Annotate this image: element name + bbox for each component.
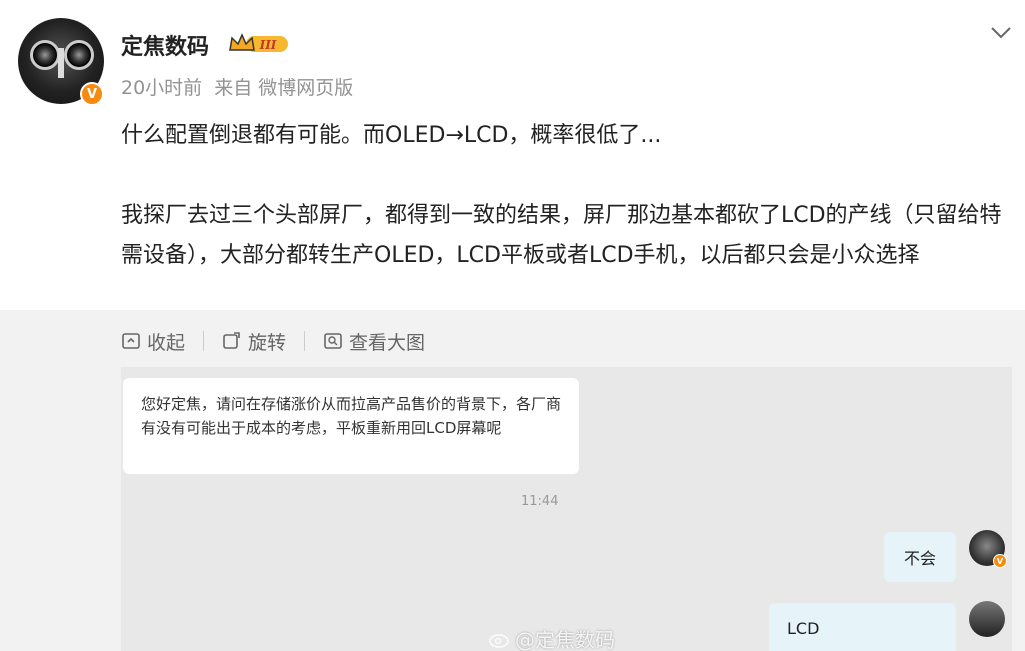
collapse-icon bbox=[122, 333, 140, 349]
chat-question-bubble: 您好定焦，请问在存储涨价从而拉高产品售价的背景下，各厂商有没有可能出于成本的考虑… bbox=[123, 378, 579, 474]
chat-avatar: V bbox=[969, 530, 1007, 568]
rotate-label: 旋转 bbox=[248, 331, 287, 354]
toolbar-divider bbox=[203, 331, 205, 351]
view-large-label: 查看大图 bbox=[349, 331, 426, 354]
post-meta: 20小时前 来自 微博网页版 bbox=[121, 73, 353, 100]
post-body: 什么配置倒退都有可能。而OLED→LCD，概率很低了... 我探厂去过三个头部屏… bbox=[121, 116, 1011, 276]
view-large-button[interactable]: 查看大图 bbox=[323, 328, 425, 355]
avatar-lens-right bbox=[64, 40, 94, 70]
username[interactable]: 定焦数码 bbox=[121, 29, 209, 61]
toolbar-divider bbox=[304, 331, 306, 351]
post-source: 来自 微博网页版 bbox=[214, 77, 354, 99]
avatar-lens-left bbox=[30, 40, 60, 70]
weibo-icon bbox=[489, 633, 509, 648]
watermark: @定焦数码 bbox=[489, 624, 615, 651]
post-line-2: 我探厂去过三个头部屏厂，都得到一致的结果，屏厂那边基本都砍了LCD的产线（只留给… bbox=[121, 203, 1002, 268]
verified-icon: V bbox=[993, 554, 1007, 568]
watermark-text: @定焦数码 bbox=[515, 628, 615, 651]
collapse-button[interactable]: 收起 bbox=[121, 328, 185, 355]
chevron-down-icon[interactable] bbox=[990, 26, 1012, 40]
chat-reply-bubble-2: LCD bbox=[769, 603, 956, 651]
chat-reply-bubble: 不会 bbox=[884, 532, 956, 582]
level-badge-text: III bbox=[259, 38, 277, 52]
avatar-detail bbox=[58, 48, 64, 78]
rotate-button[interactable]: 旋转 bbox=[222, 328, 286, 355]
image-toolbar: 收起 旋转 查看大图 bbox=[121, 326, 425, 356]
rotate-icon bbox=[223, 332, 240, 349]
collapse-label: 收起 bbox=[147, 331, 186, 354]
verified-icon: V bbox=[80, 82, 104, 106]
view-large-icon bbox=[324, 333, 342, 349]
chat-screenshot[interactable]: 您好定焦，请问在存储涨价从而拉高产品售价的背景下，各厂商有没有可能出于成本的考虑… bbox=[121, 367, 1012, 651]
chat-timestamp: 11:44 bbox=[521, 494, 559, 509]
post-time[interactable]: 20小时前 bbox=[121, 77, 202, 99]
post-line-1: 什么配置倒退都有可能。而OLED→LCD，概率很低了... bbox=[121, 123, 662, 148]
level-crown-icon: III bbox=[229, 33, 288, 52]
chat-avatar-2 bbox=[969, 601, 1005, 637]
